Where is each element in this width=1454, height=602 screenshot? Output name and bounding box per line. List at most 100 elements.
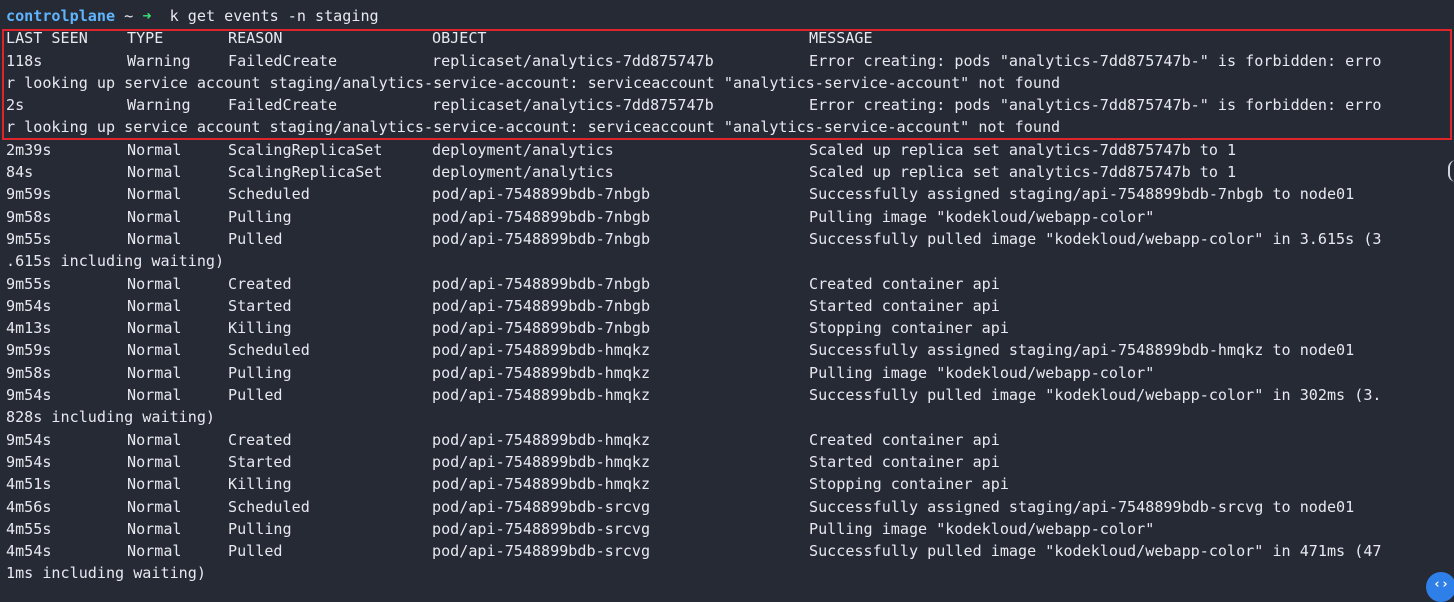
cell-object: pod/api-7548899bdb-7nbgb [432,319,651,338]
prompt-host: controlplane [6,7,116,25]
cell-message: Stopping container api [809,475,1009,494]
cell-message: Created container api [809,430,1000,449]
cell-last-seen: 9m58s [6,207,52,226]
cell-object: pod/api-7548899bdb-srcvg [432,497,651,516]
cell-type: Normal [127,519,182,538]
cell-last-seen: 84s [6,163,34,182]
cell-type: Normal [127,207,182,226]
cell-last-seen: 9m55s [6,274,52,293]
cell-object: pod/api-7548899bdb-7nbgb [432,274,651,293]
cell-type: Warning [127,51,191,70]
cell-type: Normal [127,296,182,315]
cell-reason: Scheduled [228,497,310,516]
cell-reason: Scheduled [228,185,310,204]
table-row: 9m55s Normal Created pod/api-7548899bdb-7nb… [0,273,1454,295]
cell-object: pod/api-7548899bdb-hmqkz [432,475,651,494]
cell-message: Stopping container api [809,319,1009,338]
cell-reason: Killing [228,319,292,338]
cell-message: Successfully assigned staging/api-754889… [809,341,1355,360]
code-brackets-icon[interactable]: ‹› [1426,572,1454,602]
cell-type: Normal [127,452,182,471]
event-row-continuation: 1ms including waiting) [6,564,206,583]
cell-last-seen: 4m13s [6,319,52,338]
cell-message: Successfully pulled image "kodekloud/web… [809,386,1382,405]
cell-object: replicaset/analytics-7dd875747b [432,51,714,70]
cell-reason: Pulling [228,363,292,382]
cell-message: Started container api [809,452,1000,471]
cell-type: Normal [127,542,182,561]
cell-type: Normal [127,229,182,248]
event-rows: 118s Warning FailedCreate replicaset/analyt… [0,50,1454,585]
cell-message: Error creating: pods "analytics-7dd87574… [809,96,1382,115]
table-row: 4m56s Normal Scheduled pod/api-7548899bdb-s… [0,496,1454,518]
cell-reason: FailedCreate [228,96,338,115]
cell-object: pod/api-7548899bdb-srcvg [432,542,651,561]
cell-object: pod/api-7548899bdb-7nbgb [432,229,651,248]
cell-last-seen: 2m39s [6,140,52,159]
cell-object: pod/api-7548899bdb-7nbgb [432,296,651,315]
cell-reason: Started [228,296,292,315]
table-row: 118s Warning FailedCreate replicaset/analyt… [0,50,1454,72]
table-row: 9m54s Normal Started pod/api-7548899bdb-7nb… [0,295,1454,317]
table-row: 4m54s Normal Pulled pod/api-7548899bdb-srcv… [0,540,1454,562]
cell-type: Normal [127,386,182,405]
event-row-continuation: r looking up service account staging/ana… [6,118,1061,137]
table-header: LAST SEEN TYPE REASON OBJECT MESSAGE [0,27,1454,49]
prompt-arrow-icon: ➜ [142,7,152,25]
header-object: OBJECT [432,29,487,48]
terminal-window[interactable]: controlplane ~ ➜ k get events -n staging… [0,0,1454,592]
event-row-continuation: 828s including waiting) [6,408,216,427]
cell-last-seen: 4m51s [6,475,52,494]
scroll-edge-mark[interactable] [1448,160,1454,182]
cell-message: Successfully pulled image "kodekloud/web… [809,229,1382,248]
cell-last-seen: 2s [6,96,25,115]
cell-object: pod/api-7548899bdb-hmqkz [432,430,651,449]
event-row-continuation: r looking up service account staging/ana… [6,73,1061,92]
cell-reason: Killing [228,475,292,494]
header-last-seen: LAST SEEN [6,29,88,48]
table-row: 9m58s Normal Pulling pod/api-7548899bdb-hmq… [0,362,1454,384]
cell-reason: Created [228,274,292,293]
table-row: 4m13s Normal Killing pod/api-7548899bdb-7nb… [0,317,1454,339]
cell-reason: Scheduled [228,341,310,360]
table-row: 84s Normal ScalingReplicaSet deployment/ana… [0,161,1454,183]
cell-type: Normal [127,185,182,204]
table-row: 9m55s Normal Pulled pod/api-7548899bdb-7nbg… [0,228,1454,250]
cell-last-seen: 9m54s [6,430,52,449]
cell-reason: ScalingReplicaSet [228,163,383,182]
table-row: 9m54s Normal Started pod/api-7548899bdb-hmq… [0,451,1454,473]
cell-message: Pulling image "kodekloud/webapp-color" [809,363,1155,382]
cell-reason: Pulled [228,542,283,561]
cell-type: Warning [127,96,191,115]
cell-message: Created container api [809,274,1000,293]
table-row: 9m59s Normal Scheduled pod/api-7548899bdb-7… [0,183,1454,205]
header-type: TYPE [127,29,164,48]
cell-type: Normal [127,363,182,382]
prompt-cwd: ~ [124,7,134,25]
cell-type: Normal [127,430,182,449]
table-row: 2m39s Normal ScalingReplicaSet deployment/a… [0,139,1454,161]
cell-message: Scaled up replica set analytics-7dd87574… [809,163,1237,182]
cell-message: Pulling image "kodekloud/webapp-color" [809,519,1155,538]
cell-reason: Pulling [228,207,292,226]
cell-reason: FailedCreate [228,51,338,70]
table-row: 9m58s Normal Pulling pod/api-7548899bdb-7nb… [0,206,1454,228]
cell-object: pod/api-7548899bdb-hmqkz [432,452,651,471]
cell-type: Normal [127,341,182,360]
cell-message: Successfully assigned staging/api-754889… [809,185,1355,204]
header-reason: REASON [228,29,283,48]
cell-object: pod/api-7548899bdb-7nbgb [432,207,651,226]
table-row: 9m59s Normal Scheduled pod/api-7548899bdb-h… [0,339,1454,361]
table-row: 9m54s Normal Created pod/api-7548899bdb-hmq… [0,429,1454,451]
cell-last-seen: 9m59s [6,185,52,204]
cell-type: Normal [127,319,182,338]
cell-last-seen: 118s [6,51,43,70]
cell-object: pod/api-7548899bdb-hmqkz [432,386,651,405]
cell-last-seen: 9m54s [6,296,52,315]
cell-type: Normal [127,497,182,516]
cell-reason: Pulled [228,229,283,248]
cell-object: deployment/analytics [432,140,614,159]
cell-message: Error creating: pods "analytics-7dd87574… [809,51,1382,70]
cell-message: Successfully assigned staging/api-754889… [809,497,1355,516]
table-row: 4m55s Normal Pulling pod/api-7548899bdb-src… [0,518,1454,540]
